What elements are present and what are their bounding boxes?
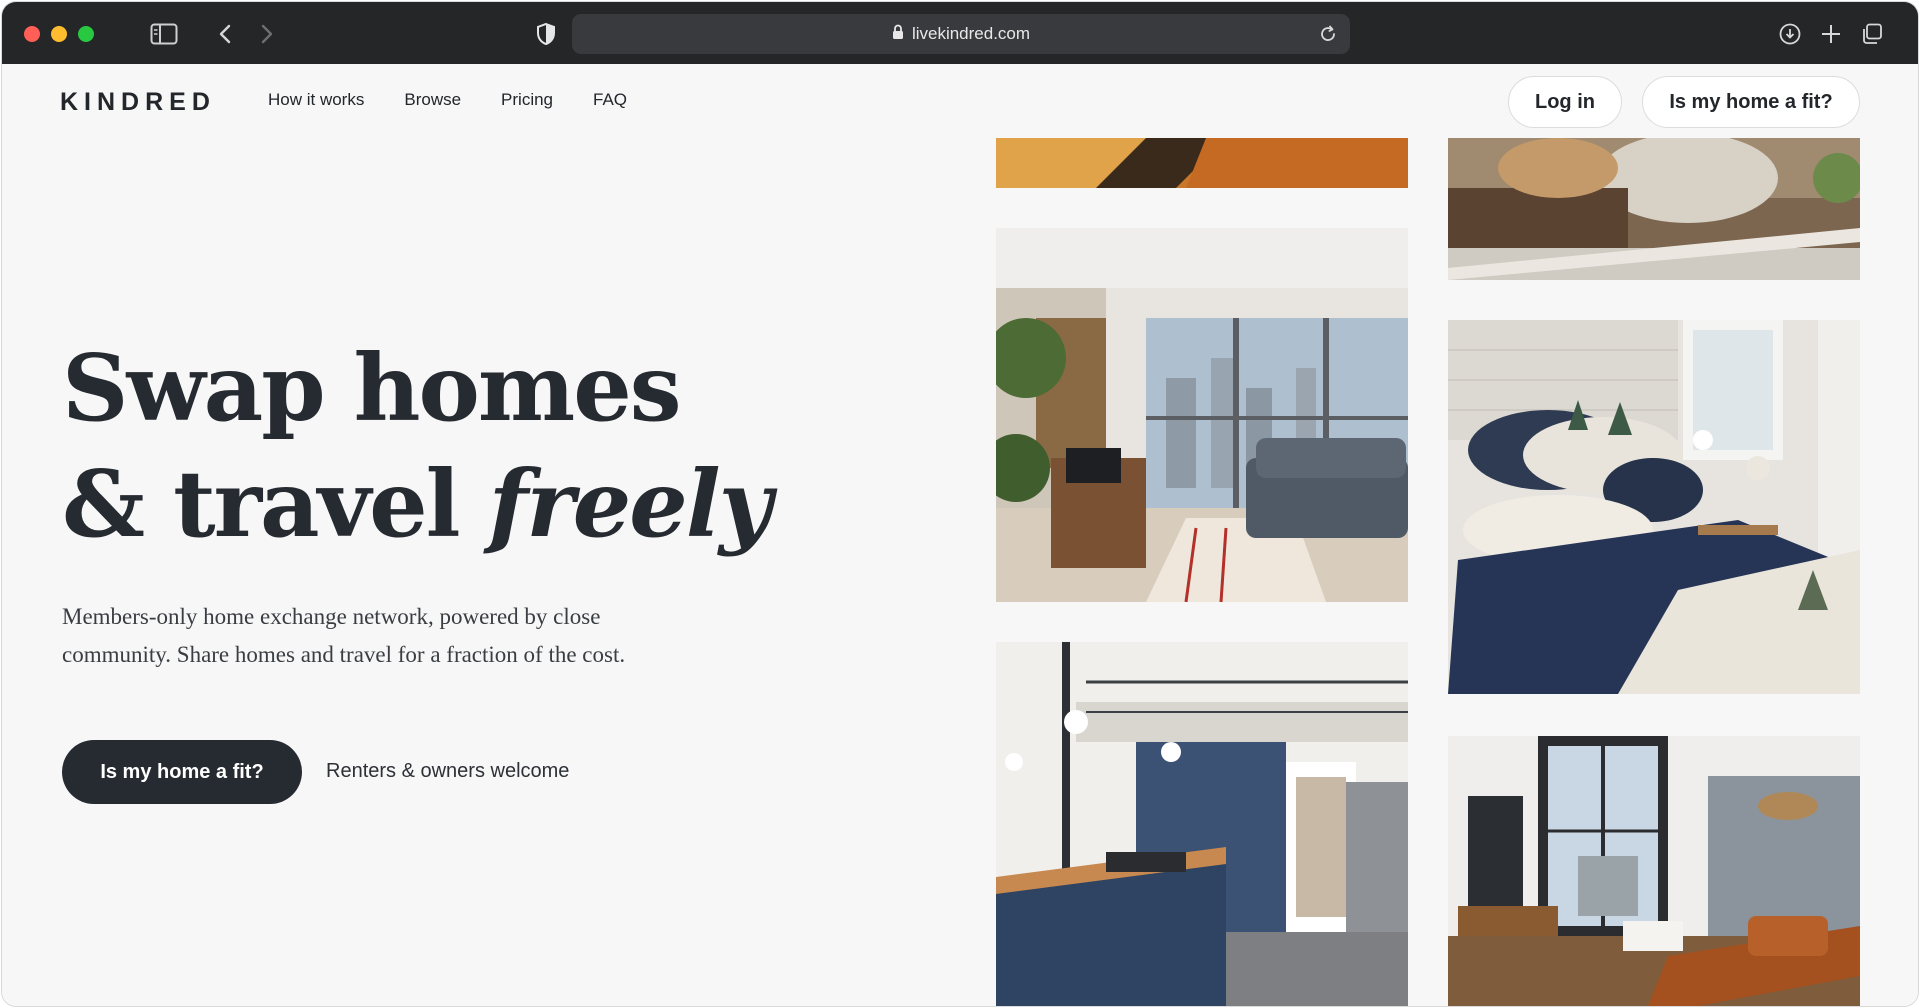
address-bar[interactable]: livekindred.com — [572, 14, 1350, 54]
cta-note: Renters & owners welcome — [326, 760, 570, 782]
main-nav: How it works Browse Pricing FAQ — [268, 90, 627, 110]
lock-icon — [892, 24, 904, 45]
gallery-photo-hammock[interactable] — [1448, 138, 1860, 280]
home-fit-header-button[interactable]: Is my home a fit? — [1642, 76, 1860, 128]
nav-pricing[interactable]: Pricing — [501, 90, 553, 110]
download-icon[interactable] — [1778, 22, 1802, 46]
gallery-photo-bedroom[interactable] — [1448, 320, 1860, 694]
forward-arrow-icon[interactable] — [260, 22, 274, 46]
zoom-window-button[interactable] — [78, 26, 94, 42]
headline-line-1: Swap homes — [62, 334, 682, 442]
close-window-button[interactable] — [24, 26, 40, 42]
hero-subtext: Members-only home exchange network, powe… — [62, 604, 626, 667]
gallery-photo-kitchen[interactable] — [996, 642, 1408, 1006]
new-tab-icon[interactable] — [1820, 22, 1842, 46]
nav-faq[interactable]: FAQ — [593, 90, 627, 110]
privacy-shield-icon[interactable] — [536, 22, 556, 46]
minimize-window-button[interactable] — [51, 26, 67, 42]
home-fit-button[interactable]: Is my home a fit? — [62, 740, 302, 804]
reload-icon[interactable] — [1318, 24, 1338, 49]
headline-emphasis: freely — [488, 450, 773, 558]
tab-overview-icon[interactable] — [1860, 22, 1884, 46]
login-button[interactable]: Log in — [1508, 76, 1622, 128]
browser-window: livekindred.com KINDRED How it works Bro… — [2, 2, 1918, 1006]
gallery-photo-loft[interactable] — [1448, 736, 1860, 1006]
hero-headline: Swap homes & travel freely — [62, 330, 773, 562]
headline-line-2-prefix: & travel — [62, 450, 489, 558]
nav-browse[interactable]: Browse — [404, 90, 461, 110]
web-page: KINDRED How it works Browse Pricing FAQ … — [2, 64, 1918, 1006]
browser-toolbar: livekindred.com — [2, 2, 1918, 64]
back-arrow-icon[interactable] — [218, 22, 232, 46]
site-logo[interactable]: KINDRED — [60, 88, 216, 117]
nav-how-it-works[interactable]: How it works — [268, 90, 364, 110]
gallery-photo-staircase[interactable] — [996, 138, 1408, 188]
sidebar-toggle-icon[interactable] — [150, 22, 178, 46]
url-text: livekindred.com — [911, 24, 1031, 43]
gallery-photo-living-room[interactable] — [996, 228, 1408, 602]
